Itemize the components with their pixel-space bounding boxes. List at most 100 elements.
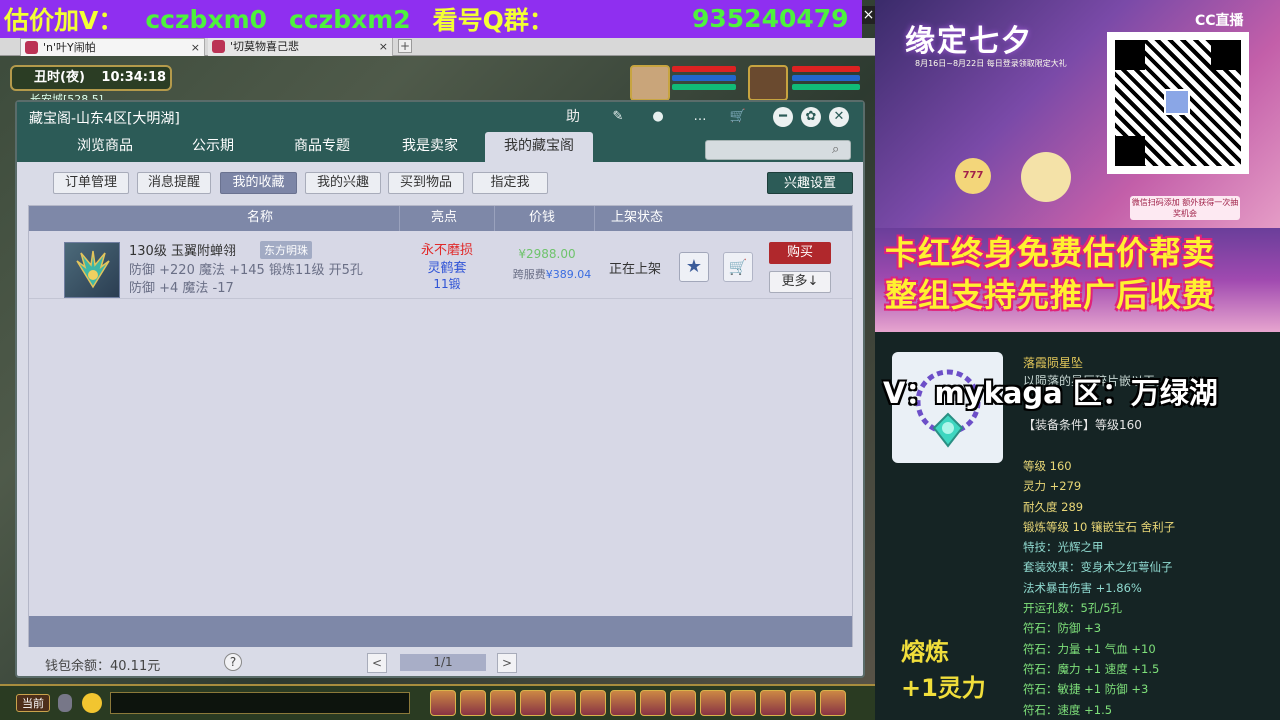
quick-slot-icon[interactable] [640, 690, 666, 716]
column-header-name: 名称 [247, 210, 274, 225]
pet-exp-bar [672, 84, 736, 90]
add-to-cart-button[interactable]: 🛒 [723, 252, 753, 282]
quick-slot-icon[interactable] [760, 690, 786, 716]
detail-stat-line: 套装效果：变身术之红萼仙子 [1023, 560, 1173, 575]
pet-status-bars [672, 66, 742, 93]
subtab-my-interests[interactable]: 我的兴趣 [305, 172, 381, 194]
tab-product-topics[interactable]: 商品专题 [272, 132, 372, 162]
search-input[interactable]: ⌕ [705, 140, 851, 160]
detail-stat-line: 耐久度 289 [1023, 499, 1084, 514]
emoji-icon[interactable] [82, 693, 102, 713]
quick-slot-icon[interactable] [610, 690, 636, 716]
detail-stat-line: 锻炼等级 10 镶嵌宝石 舍利子 [1023, 519, 1176, 534]
quick-slot-icon[interactable] [700, 690, 726, 716]
subtab-order-management[interactable]: 订单管理 [53, 172, 129, 194]
gift-badge-icon [1021, 152, 1071, 202]
quick-slot-icon[interactable] [490, 690, 516, 716]
item-thumbnail[interactable] [64, 242, 120, 298]
page-indicator: 1/1 [400, 654, 486, 671]
tab-public-period[interactable]: 公示期 [163, 132, 263, 162]
record-icon[interactable]: ● [647, 108, 669, 126]
detail-stat-line: 符石：速度 +1.5 [1023, 702, 1113, 717]
column-divider [494, 206, 495, 231]
tab-favicon-icon [212, 40, 225, 53]
subtab-my-favorites[interactable]: 我的收藏 [220, 172, 297, 194]
item-price: ¥2988.00 [518, 247, 576, 261]
close-icon[interactable]: × [191, 39, 200, 56]
new-tab-button[interactable]: + [398, 39, 412, 53]
detail-stat-line: 法术暴击伤害 +1.86% [1023, 580, 1142, 595]
qr-avatar-icon [1164, 89, 1190, 115]
pet-portrait[interactable] [630, 65, 670, 101]
quick-action-bar [430, 690, 870, 718]
browser-tab-1-label: 'n'叶Y闹帕 [43, 41, 96, 54]
quick-slot-icon[interactable] [520, 690, 546, 716]
window-titlebar[interactable]: 藏宝阁-山东4区[大明湖] 助 ✎ ● … 🛒 ━ ✿ ✕ [17, 102, 863, 132]
settings-gear-button[interactable]: ✿ [801, 107, 821, 127]
highlight-set: 灵鹤套 [427, 261, 467, 276]
quick-slot-icon[interactable] [670, 690, 696, 716]
tab-browse-goods[interactable]: 浏览商品 [55, 132, 155, 162]
browser-tab-1[interactable]: 'n'叶Y闹帕 × [20, 38, 205, 56]
detail-stat-line: 符石：防御 +3 [1023, 621, 1102, 636]
quick-slot-icon[interactable] [430, 690, 456, 716]
chat-input[interactable] [110, 692, 410, 714]
item-server-tag: 东方明珠 [260, 241, 312, 259]
detail-stat-line: 灵力 +279 [1023, 479, 1082, 494]
banner-close-button[interactable]: × [862, 6, 875, 24]
game-bottom-bar: 当前 [0, 684, 875, 720]
help-assistant-icon[interactable]: 助 [562, 108, 584, 126]
detail-stat-line: 符石：敏捷 +1 防御 +3 [1023, 682, 1149, 697]
quick-slot-icon[interactable] [550, 690, 576, 716]
refine-label: 熔炼 [901, 638, 949, 666]
promo-line-1: 卡红终身免费估价帮卖 [885, 234, 1216, 272]
quick-slot-icon[interactable] [460, 690, 486, 716]
help-button[interactable]: ? [224, 653, 242, 671]
highlight-forge: 11锻 [433, 277, 461, 291]
column-header-price: 价钱 [529, 210, 556, 225]
shopping-cart-icon[interactable]: 🛒 [727, 108, 749, 126]
table-row[interactable]: 130级 玉翼附蝉翎 东方明珠 防御 +220 魔法 +145 锻炼11级 开5… [29, 231, 852, 299]
chat-bubble-icon[interactable]: … [689, 108, 711, 126]
game-clock: 丑时(夜) 10:34:18 [10, 65, 172, 91]
hero-sp-bar [792, 84, 860, 90]
subtab-assigned-to-me[interactable]: 指定我 [472, 172, 548, 194]
item-name[interactable]: 130级 玉翼附蝉翎 [129, 240, 236, 259]
interest-settings-button[interactable]: 兴趣设置 [767, 172, 853, 194]
window-title: 藏宝阁-山东4区[大明湖] [29, 111, 180, 127]
subtab-bought-items[interactable]: 买到物品 [388, 172, 464, 194]
browser-tab-2-label: '切莫物喜己悲 [230, 40, 300, 53]
next-page-button[interactable]: > [497, 653, 517, 673]
quick-slot-icon[interactable] [580, 690, 606, 716]
buy-button[interactable]: 购买 [769, 242, 831, 264]
microphone-icon[interactable] [58, 694, 72, 712]
quick-slot-icon[interactable] [820, 690, 846, 716]
search-icon[interactable]: ⌕ [832, 142, 848, 158]
favorites-list: 名称 亮点 价钱 上架状态 130级 玉翼附蝉翎 东方明珠 防御 +220 魔法… [28, 205, 853, 647]
close-icon[interactable]: × [379, 38, 388, 55]
browser-tab-2[interactable]: '切莫物喜己悲 × [208, 38, 393, 56]
tab-i-am-seller[interactable]: 我是卖家 [380, 132, 480, 162]
subtab-message-alerts[interactable]: 消息提醒 [137, 172, 211, 194]
banner-text-3: cczbxm2 [289, 4, 411, 34]
tab-my-pavilion[interactable]: 我的藏宝阁 [485, 132, 593, 162]
more-dropdown-button[interactable]: 更多↓ [769, 271, 831, 293]
game-time-value: 10:34:18 [101, 70, 167, 85]
qixi-promo-banner: 缘定七夕 8月16日~8月22日 每日登录领取限定大礼 CC直播 777 微信扫… [875, 0, 1280, 228]
detail-item-name: 落霞陨星坠 [1023, 356, 1084, 370]
pet-mp-bar [672, 75, 736, 81]
item-attributes-line-2: 防御 +4 魔法 -17 [129, 281, 234, 296]
list-footer-band [29, 616, 852, 647]
promo-subtitle: 8月16日~8月22日 每日登录领取限定大礼 [915, 59, 1067, 68]
minimize-button[interactable]: ━ [773, 107, 793, 127]
pencil-icon[interactable]: ✎ [607, 108, 629, 126]
quick-slot-icon[interactable] [730, 690, 756, 716]
favorite-star-button[interactable]: ★ [679, 252, 709, 282]
quick-slot-icon[interactable] [790, 690, 816, 716]
stream-contact-overlay: V：mykaga 区：万绿湖 [883, 376, 1218, 410]
hero-portrait[interactable] [748, 65, 788, 101]
previous-page-button[interactable]: < [367, 653, 387, 673]
chat-channel-button[interactable]: 当前 [16, 694, 50, 712]
cc-live-logo: CC直播 [1195, 13, 1244, 29]
close-window-button[interactable]: ✕ [829, 107, 849, 127]
